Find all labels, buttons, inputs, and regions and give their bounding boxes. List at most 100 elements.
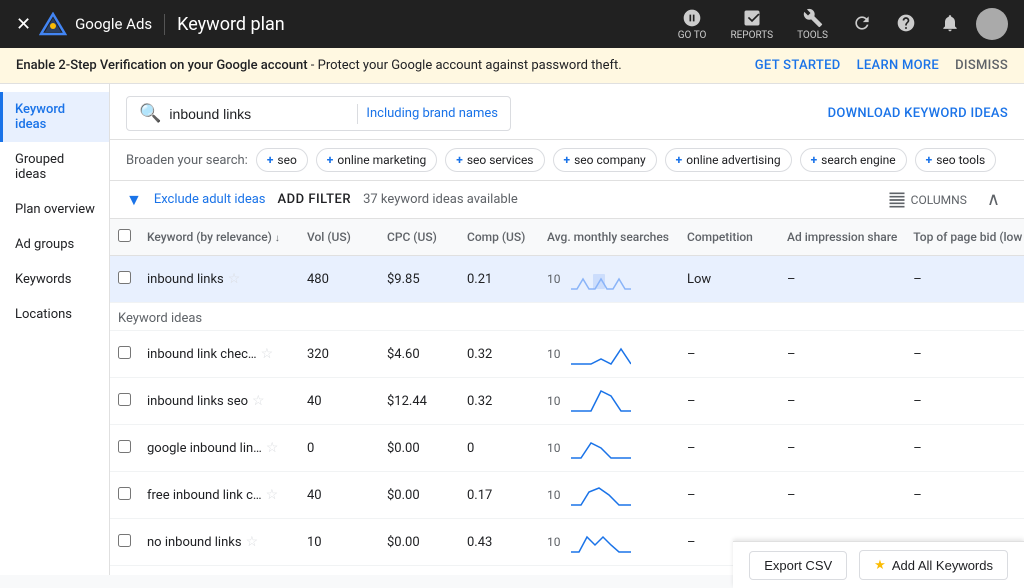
th-impression: Ad impression share: [779, 219, 905, 256]
sidebar: Keyword ideas Grouped ideas Plan overvie…: [0, 84, 110, 575]
sidebar-item-locations[interactable]: Locations: [0, 297, 109, 332]
refresh-button[interactable]: [844, 9, 880, 39]
banner-actions: GET STARTED LEARN MORE DISMISS: [755, 58, 1008, 73]
section-label-row: Keyword ideas: [110, 303, 1024, 331]
search-bar-row: 🔍 Including brand names DOWNLOAD KEYWORD…: [110, 84, 1024, 140]
chip-search-engine[interactable]: +search engine: [800, 148, 907, 172]
sidebar-item-ad-groups[interactable]: Ad groups: [0, 227, 109, 262]
broaden-row: Broaden your search: +seo +online market…: [110, 140, 1024, 181]
sort-arrow-icon: ↓: [275, 233, 280, 244]
chip-seo-tools[interactable]: +seo tools: [915, 148, 997, 172]
download-keyword-ideas-button[interactable]: DOWNLOAD KEYWORD IDEAS: [828, 106, 1008, 121]
main-comp: 0.21: [459, 256, 539, 303]
export-csv-button[interactable]: Export CSV: [749, 551, 847, 580]
sidebar-item-keyword-ideas[interactable]: Keyword ideas: [0, 92, 109, 142]
th-avg: Avg. monthly searches: [539, 219, 679, 256]
th-keyword[interactable]: Keyword (by relevance) ↓: [139, 219, 299, 256]
user-avatar[interactable]: [976, 8, 1008, 40]
bottom-bar: Export CSV ★ Add All Keywords: [733, 541, 1024, 588]
chip-seo-services[interactable]: +seo services: [445, 148, 544, 172]
app-name: Google Ads: [75, 15, 152, 33]
row-checkbox[interactable]: [118, 393, 131, 406]
banner-text: Enable 2-Step Verification on your Googl…: [16, 58, 622, 73]
search-box[interactable]: 🔍 Including brand names: [126, 96, 511, 131]
columns-icon: [887, 190, 907, 210]
table-row: free inbound link c…☆ 40$0.000.17 10 –––…: [110, 472, 1024, 519]
chip-seo[interactable]: +seo: [256, 148, 308, 172]
nav-icons: GO TO REPORTS TOOLS: [670, 4, 1008, 45]
table-row: inbound links seo☆ 40$12.440.32 10 –––––: [110, 378, 1024, 425]
add-all-star-icon: ★: [874, 557, 886, 573]
tools-button[interactable]: TOOLS: [789, 4, 836, 45]
chip-online-marketing[interactable]: +online marketing: [316, 148, 437, 172]
row-checkbox-cell[interactable]: [110, 256, 139, 303]
table-row: inbound link chec…☆ 320$4.600.32 10 ––––…: [110, 331, 1024, 378]
row-checkbox[interactable]: [118, 534, 131, 547]
star-icon[interactable]: ☆: [252, 393, 265, 409]
th-bid-low: Top of page bid (low range): [905, 219, 1024, 256]
broaden-label: Broaden your search:: [126, 153, 248, 168]
row-checkbox[interactable]: [118, 487, 131, 500]
page-title: Keyword plan: [164, 14, 285, 35]
chip-online-advertising[interactable]: +online advertising: [665, 148, 792, 172]
table-row: google inbound lin…☆ 0$0.000 10 –––––: [110, 425, 1024, 472]
google-ads-logo-icon: [39, 12, 67, 36]
main-avg: 10: [539, 256, 679, 303]
sidebar-item-grouped-ideas[interactable]: Grouped ideas: [0, 142, 109, 192]
th-comp: Comp (US): [459, 219, 539, 256]
collapse-button[interactable]: ∧: [979, 189, 1008, 210]
content-area: 🔍 Including brand names DOWNLOAD KEYWORD…: [110, 84, 1024, 575]
help-button[interactable]: [888, 9, 924, 39]
main-keyword-cell: inbound links ☆: [139, 256, 299, 303]
star-icon[interactable]: ☆: [246, 534, 259, 550]
keyword-table: Keyword (by relevance) ↓ Vol (US) CPC (U…: [110, 219, 1024, 575]
main-competition: Low: [679, 256, 779, 303]
close-icon[interactable]: ✕: [16, 14, 31, 35]
get-started-button[interactable]: GET STARTED: [755, 58, 841, 73]
exclude-adult-button[interactable]: Exclude adult ideas: [154, 192, 266, 207]
main-star-icon[interactable]: ☆: [228, 271, 241, 287]
banner: Enable 2-Step Verification on your Googl…: [0, 48, 1024, 84]
row-checkbox[interactable]: [118, 271, 131, 284]
search-icon: 🔍: [139, 103, 161, 124]
th-competition: Competition: [679, 219, 779, 256]
row-checkbox[interactable]: [118, 440, 131, 453]
main-keyword-row: inbound links ☆ 480 $9.85 0.21 10: [110, 256, 1024, 303]
row-checkbox[interactable]: [118, 346, 131, 359]
table-header-row: Keyword (by relevance) ↓ Vol (US) CPC (U…: [110, 219, 1024, 256]
ideas-count: 37 keyword ideas available: [363, 192, 518, 207]
star-icon[interactable]: ☆: [261, 346, 274, 362]
main-cpc: $9.85: [379, 256, 459, 303]
filter-icon: ▼: [126, 190, 142, 210]
columns-button[interactable]: COLUMNS: [887, 190, 967, 210]
dismiss-button[interactable]: DISMISS: [955, 58, 1008, 73]
main-bid-low: –: [905, 256, 1024, 303]
star-icon[interactable]: ☆: [266, 487, 279, 503]
search-divider: [357, 104, 358, 124]
main-layout: Keyword ideas Grouped ideas Plan overvie…: [0, 84, 1024, 575]
section-label-text: Keyword ideas: [110, 303, 1024, 331]
filter-row: ▼ Exclude adult ideas ADD FILTER 37 keyw…: [110, 181, 1024, 219]
chip-seo-company[interactable]: +seo company: [553, 148, 657, 172]
including-brand-toggle[interactable]: Including brand names: [366, 106, 498, 121]
th-cpc: CPC (US): [379, 219, 459, 256]
search-input[interactable]: [169, 106, 349, 122]
top-nav: ✕ Google Ads Keyword plan GO TO REPORTS …: [0, 0, 1024, 48]
goto-button[interactable]: GO TO: [670, 4, 715, 45]
reports-button[interactable]: REPORTS: [722, 4, 781, 45]
star-icon[interactable]: ☆: [266, 440, 279, 456]
add-filter-button[interactable]: ADD FILTER: [278, 192, 352, 207]
logo-area: ✕ Google Ads Keyword plan: [16, 12, 285, 36]
main-vol: 480: [299, 256, 379, 303]
th-vol: Vol (US): [299, 219, 379, 256]
sidebar-item-plan-overview[interactable]: Plan overview: [0, 192, 109, 227]
select-all-checkbox[interactable]: [118, 229, 131, 242]
learn-more-button[interactable]: LEARN MORE: [857, 58, 939, 73]
th-checkbox: [110, 219, 139, 256]
notifications-button[interactable]: [932, 9, 968, 39]
sidebar-item-keywords[interactable]: Keywords: [0, 262, 109, 297]
main-impression: –: [779, 256, 905, 303]
add-all-keywords-button[interactable]: ★ Add All Keywords: [859, 550, 1008, 580]
main-sparkline: [571, 264, 631, 294]
main-keyword-text: inbound links: [147, 272, 224, 287]
